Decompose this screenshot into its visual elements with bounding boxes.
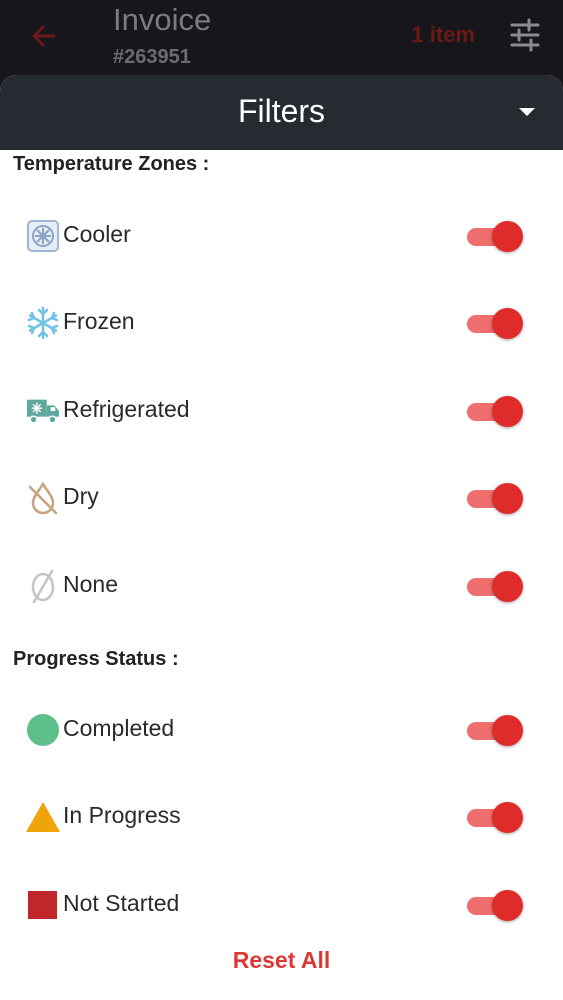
snowflake-icon bbox=[27, 306, 59, 340]
tune-icon[interactable] bbox=[509, 18, 541, 52]
red-square-icon bbox=[28, 891, 57, 919]
filter-label: Dry bbox=[63, 483, 99, 509]
reset-all-button[interactable]: Reset All bbox=[0, 947, 563, 974]
cooler-toggle[interactable] bbox=[465, 220, 523, 252]
green-circle-icon bbox=[27, 714, 59, 746]
filter-row-refrigerated: Refrigerated bbox=[0, 380, 563, 440]
filters-sheet: Filters Temperature Zones : Cooler Froze… bbox=[0, 75, 563, 1000]
none-toggle[interactable] bbox=[465, 570, 523, 602]
progress-status-heading: Progress Status : bbox=[13, 648, 179, 670]
back-arrow-icon[interactable] bbox=[28, 20, 60, 52]
dry-toggle[interactable] bbox=[465, 482, 523, 514]
filter-row-frozen: Frozen bbox=[0, 292, 563, 352]
filter-label: None bbox=[63, 571, 118, 597]
filter-label: Refrigerated bbox=[63, 396, 190, 422]
not-started-toggle[interactable] bbox=[465, 889, 523, 921]
filters-title: Filters bbox=[237, 93, 326, 129]
cooler-icon bbox=[27, 220, 59, 252]
filter-row-in-progress: In Progress bbox=[0, 786, 563, 846]
items-count[interactable]: 1 item bbox=[411, 22, 475, 48]
filters-header[interactable]: Filters bbox=[0, 75, 563, 150]
filter-label: In Progress bbox=[63, 802, 181, 828]
temperature-zones-heading: Temperature Zones : bbox=[13, 153, 210, 175]
orange-triangle-icon bbox=[26, 802, 60, 832]
refrigerated-toggle[interactable] bbox=[465, 395, 523, 427]
dry-icon bbox=[28, 481, 58, 515]
filter-row-none: None bbox=[0, 555, 563, 615]
filter-row-not-started: Not Started bbox=[0, 874, 563, 934]
page-title: Invoice bbox=[113, 2, 212, 37]
completed-toggle[interactable] bbox=[465, 714, 523, 746]
chevron-down-icon[interactable] bbox=[519, 108, 535, 116]
frozen-toggle[interactable] bbox=[465, 307, 523, 339]
filter-row-cooler: Cooler bbox=[0, 205, 563, 265]
filter-row-dry: Dry bbox=[0, 467, 563, 527]
in-progress-toggle[interactable] bbox=[465, 801, 523, 833]
refrigerated-truck-icon bbox=[26, 399, 60, 424]
invoice-number: #263951 bbox=[113, 46, 191, 68]
none-icon bbox=[31, 569, 55, 603]
filter-label: Completed bbox=[63, 715, 175, 741]
filter-label: Frozen bbox=[63, 308, 135, 334]
filter-label: Cooler bbox=[63, 221, 131, 247]
filter-label: Not Started bbox=[63, 890, 180, 916]
app-bar: Invoice #263951 1 item bbox=[0, 0, 563, 80]
filter-row-completed: Completed bbox=[0, 699, 563, 759]
